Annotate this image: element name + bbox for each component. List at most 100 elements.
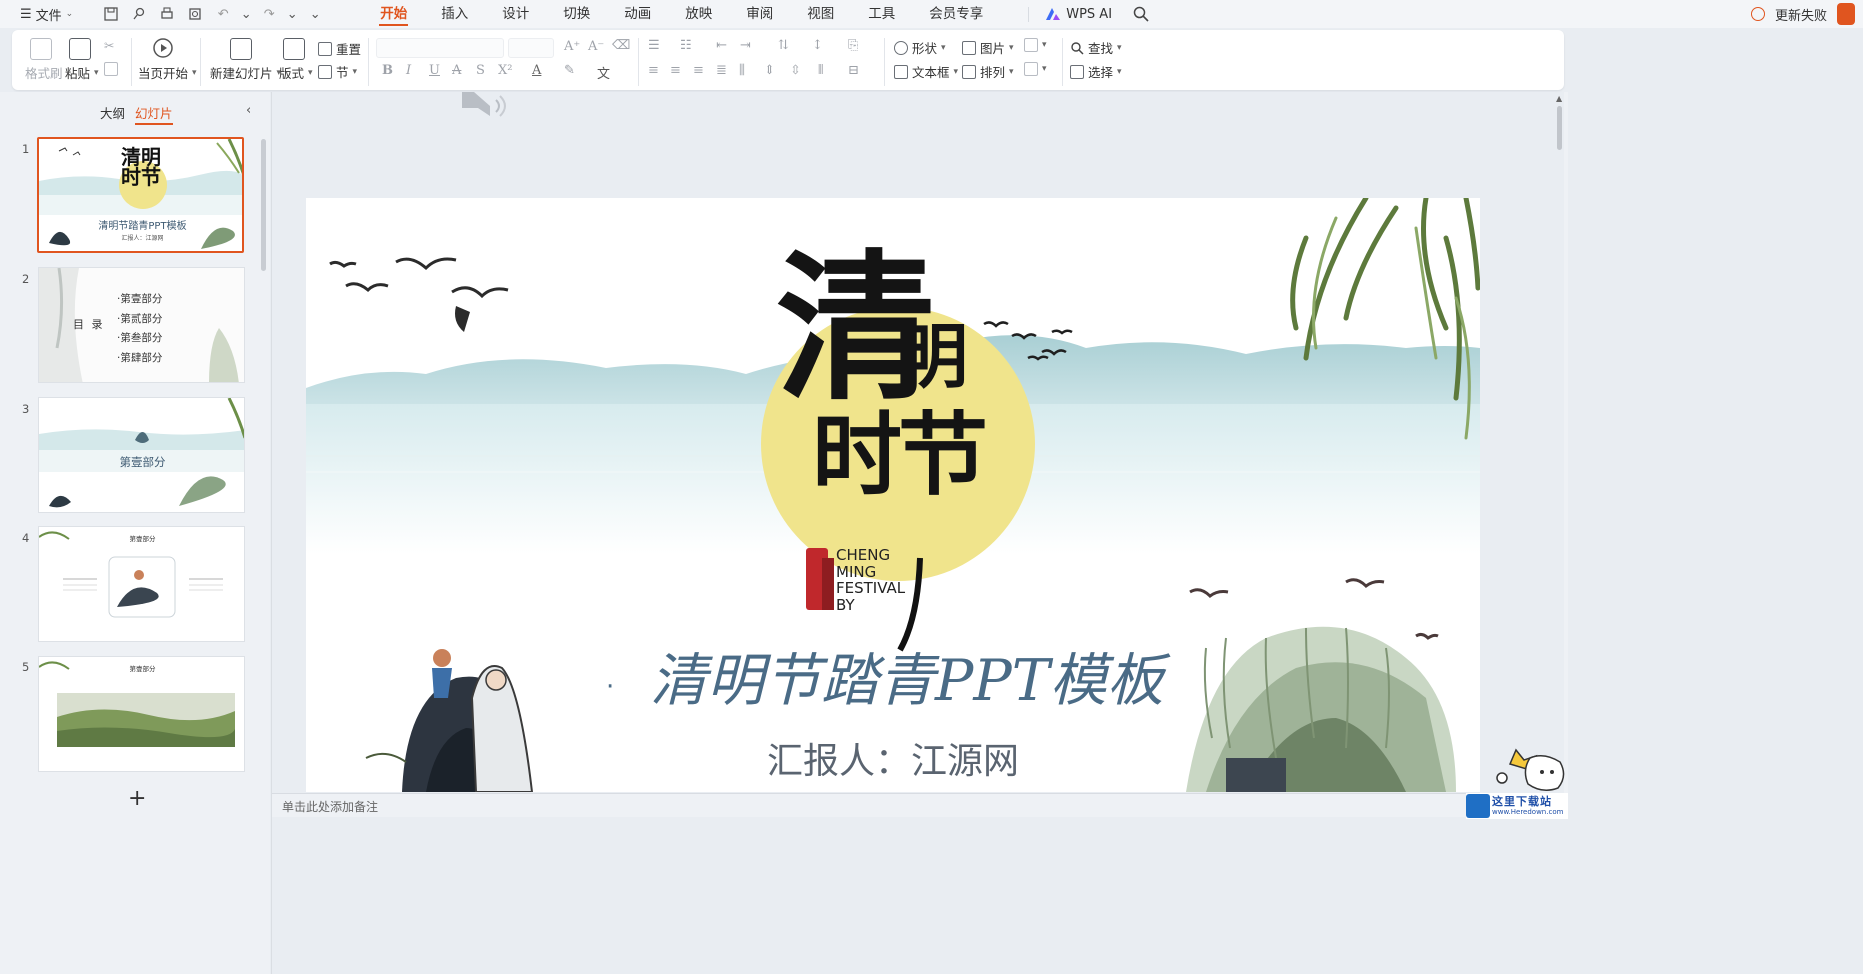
bullet-list-icon[interactable]: ☰ — [648, 38, 660, 53]
print-icon[interactable] — [159, 6, 175, 22]
cut-icon[interactable]: ✂ — [104, 38, 114, 53]
italic-icon[interactable]: I — [406, 63, 411, 78]
output-pdf-icon[interactable] — [131, 6, 147, 22]
convert-icon[interactable]: ⎘ — [848, 38, 858, 53]
print-preview-icon[interactable] — [187, 6, 203, 22]
slide-thumbnail-4[interactable]: 第壹部分 — [38, 526, 245, 642]
paste-button[interactable]: 粘贴 ▾ — [65, 63, 99, 82]
tab-review[interactable]: 审阅 — [729, 0, 790, 28]
increase-font-icon[interactable]: A⁺ — [564, 39, 580, 54]
slide-thumbnail-5[interactable]: 第壹部分 — [38, 656, 245, 772]
save-icon[interactable] — [103, 6, 119, 22]
watermark-name: 这里下载站 — [1492, 795, 1552, 808]
outline-button[interactable]: ▾ — [1024, 62, 1047, 76]
chevron-down-icon: ▾ — [1042, 40, 1047, 50]
shape-button[interactable]: 形状 ▾ — [894, 38, 946, 57]
layout-icon — [283, 38, 305, 60]
slide-1-caption: 汇报人：江源网 — [121, 235, 164, 242]
select-button[interactable]: 选择 ▾ — [1070, 62, 1122, 81]
text-box-align-icon[interactable]: ⊟ — [848, 63, 859, 78]
scrollbar-thumb[interactable] — [1557, 106, 1562, 150]
collapse-panel-icon[interactable]: ‹ — [246, 103, 251, 118]
new-slide-label: 新建幻灯片 — [210, 66, 273, 81]
tab-transition[interactable]: 切换 — [546, 0, 607, 28]
underline-icon[interactable]: U — [429, 63, 440, 78]
textbox-button[interactable]: 文本框 ▾ — [894, 62, 958, 81]
fill-icon — [1024, 38, 1038, 52]
assistant-mascot-icon[interactable] — [1496, 734, 1568, 792]
sort-icon[interactable]: ↕ — [812, 38, 823, 53]
arrange-button[interactable]: 排列 ▾ — [962, 62, 1014, 81]
align-left-icon[interactable]: ≡ — [648, 63, 659, 78]
tab-view[interactable]: 视图 — [790, 0, 851, 28]
align-center-icon[interactable]: ≡ — [670, 63, 681, 78]
slide-thumbnail-2[interactable]: 目 录 ·第壹部分 ·第贰部分 ·第叁部分 ·第肆部分 — [38, 267, 245, 383]
wps-ai-button[interactable]: WPS AI — [1028, 6, 1112, 22]
more-chevron-icon[interactable]: ⌄ — [307, 6, 323, 22]
panel-scrollbar[interactable] — [261, 139, 266, 271]
watermark-url: www.Heredown.com — [1492, 808, 1564, 816]
justify-icon[interactable]: ≣ — [716, 63, 727, 78]
tab-member[interactable]: 会员专享 — [912, 0, 1000, 28]
slide-number: 5 — [22, 660, 30, 674]
notes-placeholder: 单击此处添加备注 — [282, 800, 379, 814]
notes-pane[interactable]: 单击此处添加备注 — [272, 793, 1555, 817]
decrease-font-icon[interactable]: A⁻ — [588, 39, 604, 54]
tab-insert[interactable]: 插入 — [424, 0, 485, 28]
speaker-cursor-icon — [462, 92, 506, 117]
copy-icon[interactable] — [104, 62, 118, 76]
fill-button[interactable]: ▾ — [1024, 38, 1047, 52]
tab-animation[interactable]: 动画 — [607, 0, 668, 28]
current-slide[interactable]: 清 明 时节 CHENG MING FESTIVAL BY · 清明节踏青PPT… — [306, 198, 1480, 792]
slide-number: 3 — [22, 402, 30, 416]
section-button[interactable]: 节 ▾ — [318, 62, 357, 81]
phonetic-icon[interactable]: 文 — [597, 63, 610, 82]
increase-indent-icon[interactable]: ⇥ — [740, 38, 751, 53]
new-slide-button[interactable]: 新建幻灯片 ▾ — [210, 63, 281, 82]
tab-slides[interactable]: 幻灯片 — [135, 103, 173, 125]
tab-slideshow[interactable]: 放映 — [668, 0, 729, 28]
canvas-scrollbar[interactable]: ▲ — [1556, 92, 1564, 792]
find-button[interactable]: 查找 ▾ — [1070, 38, 1122, 57]
slide-thumbnail-1[interactable]: 清明 时节 清明节踏青PPT模板 汇报人：江源网 — [37, 137, 244, 253]
layout-button[interactable]: 版式 ▾ — [279, 63, 313, 82]
slide-5-art — [39, 657, 244, 771]
highlight-icon[interactable]: ✎ — [564, 63, 575, 78]
bold-icon[interactable]: B — [382, 63, 393, 78]
shadow-icon[interactable]: S — [476, 63, 485, 78]
numbered-list-icon[interactable]: ☷ — [680, 38, 692, 53]
tab-tools[interactable]: 工具 — [851, 0, 912, 28]
tab-design[interactable]: 设计 — [485, 0, 546, 28]
font-color-icon[interactable]: A — [532, 63, 541, 78]
play-from-current-button[interactable]: 当页开始 ▾ — [138, 63, 197, 82]
menu-bar: ☰ 文件 ⌄ ↶ ⌄ ↷ ⌄ ⌄ 开始 插入 设计 切换 动画 放映 审阅 视图… — [0, 0, 1863, 28]
slide-thumbnail-3[interactable]: 第壹部分 — [38, 397, 245, 513]
para-spacing-icon[interactable]: ⇳ — [790, 63, 801, 78]
reset-button[interactable]: 重置 — [318, 39, 361, 58]
search-icon[interactable] — [1132, 5, 1150, 23]
decrease-indent-icon[interactable]: ⇤ — [716, 38, 727, 53]
text-direction-icon[interactable]: ⇅ — [778, 38, 789, 53]
columns-icon[interactable]: ⫴ — [818, 63, 823, 78]
strikethrough-icon[interactable]: A — [452, 63, 461, 78]
scroll-up-icon[interactable]: ▲ — [1556, 94, 1562, 103]
font-size-select[interactable] — [508, 38, 554, 58]
tab-outline[interactable]: 大纲 — [100, 103, 125, 125]
account-avatar[interactable] — [1837, 3, 1855, 25]
slide-number: 4 — [22, 531, 30, 545]
tab-home[interactable]: 开始 — [363, 0, 424, 28]
file-menu[interactable]: ☰ 文件 ⌄ — [14, 5, 79, 24]
chevron-down-icon: ⌄ — [240, 6, 252, 22]
picture-button[interactable]: 图片 ▾ — [962, 38, 1014, 57]
format-painter-button[interactable]: 格式刷 — [25, 63, 63, 82]
undo-icon[interactable]: ↶ — [215, 6, 231, 22]
distribute-icon[interactable]: ⫼ — [739, 63, 745, 78]
line-spacing-icon[interactable]: ⇕ — [764, 63, 775, 78]
clear-format-icon[interactable]: ⌫ — [612, 38, 630, 53]
update-status[interactable]: 更新失败 — [1775, 5, 1827, 24]
align-right-icon[interactable]: ≡ — [693, 63, 704, 78]
add-slide-button[interactable]: + — [128, 786, 146, 811]
font-name-select[interactable] — [376, 38, 504, 58]
redo-icon[interactable]: ↷ — [261, 6, 277, 22]
superscript-icon[interactable]: X² — [498, 63, 512, 78]
